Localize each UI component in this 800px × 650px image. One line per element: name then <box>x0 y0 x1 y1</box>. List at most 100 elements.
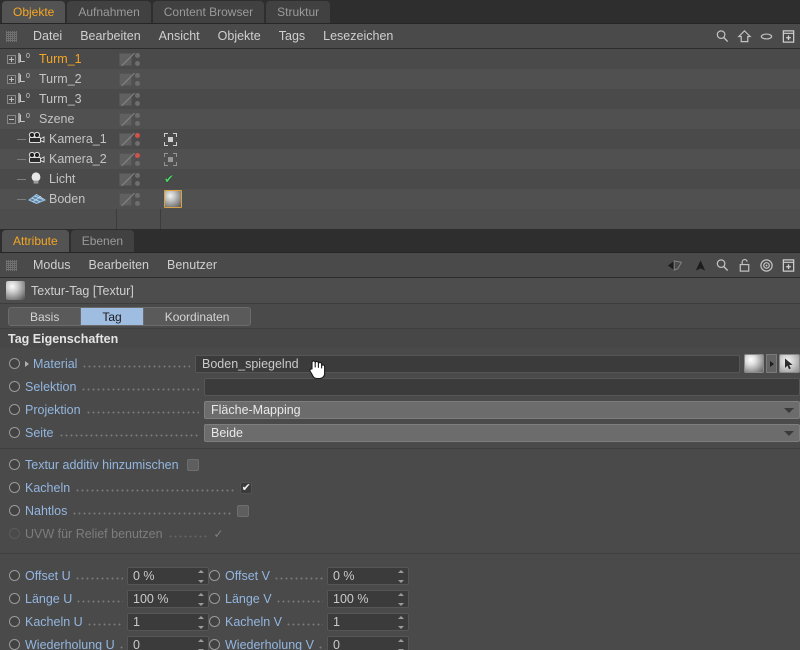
tree-expander[interactable] <box>7 74 16 84</box>
menu-bearbeiten[interactable]: Bearbeiten <box>71 24 149 49</box>
segment-basis[interactable]: Basis <box>8 306 81 326</box>
stepper-arrows-icon[interactable] <box>197 638 204 650</box>
segment-koordinaten[interactable]: Koordinaten <box>142 306 252 326</box>
input-kacheln-u[interactable]: 1 <box>127 612 209 631</box>
object-row-kamera_1[interactable]: Kamera_1 <box>0 129 800 149</box>
tab-struktur[interactable]: Struktur <box>266 1 331 23</box>
layout-icon[interactable] <box>781 258 796 273</box>
wiederholung-u-animation-dot[interactable] <box>9 639 20 650</box>
tree-expander[interactable] <box>7 114 16 124</box>
menu-lesezeichen[interactable]: Lesezeichen <box>314 24 402 49</box>
stepper-arrows-icon[interactable] <box>397 592 404 606</box>
menu-datei[interactable]: Datei <box>24 24 71 49</box>
object-label[interactable]: Szene <box>39 112 74 126</box>
selektion-input[interactable] <box>204 377 800 396</box>
checkbox-kacheln[interactable]: ✔ <box>240 481 253 494</box>
laenge-v-animation-dot[interactable] <box>209 593 220 604</box>
editor-visibility-dot[interactable] <box>135 112 140 118</box>
render-visibility-dot[interactable] <box>135 100 140 106</box>
input-laenge-v[interactable]: 100 % <box>327 589 409 608</box>
visibility-toggle[interactable] <box>119 112 132 126</box>
target-tag-icon[interactable] <box>164 152 177 166</box>
tree-expander[interactable] <box>7 54 16 64</box>
input-offset-v[interactable]: 0 % <box>327 566 409 585</box>
render-visibility-dot[interactable] <box>135 80 140 86</box>
render-visibility-dot[interactable] <box>135 200 140 206</box>
object-row-szene[interactable]: L 0 Szene <box>0 109 800 129</box>
visibility-toggle[interactable] <box>119 52 132 66</box>
stepper-arrows-icon[interactable] <box>397 615 404 629</box>
visibility-toggle[interactable] <box>119 152 132 166</box>
editor-visibility-dot[interactable] <box>135 132 140 138</box>
visibility-toggle[interactable] <box>119 92 132 106</box>
tab-ebenen[interactable]: Ebenen <box>70 230 135 252</box>
up-arrow-icon[interactable] <box>693 258 708 273</box>
tree-expander[interactable] <box>7 94 16 104</box>
visibility-dots[interactable] <box>135 52 140 66</box>
object-row-turm_1[interactable]: L 0 Turm_1 <box>0 49 800 69</box>
editor-visibility-dot[interactable] <box>135 172 140 178</box>
render-visibility-dot[interactable] <box>135 140 140 146</box>
object-row-turm_2[interactable]: L 0 Turm_2 <box>0 69 800 89</box>
search-icon[interactable] <box>715 29 730 44</box>
editor-visibility-dot[interactable] <box>135 192 140 198</box>
chevron-right-icon[interactable] <box>25 360 29 367</box>
object-label[interactable]: Turm_2 <box>39 72 82 86</box>
lock-icon[interactable] <box>737 258 752 273</box>
input-kacheln-v[interactable]: 1 <box>327 612 409 631</box>
editor-visibility-dot[interactable] <box>135 92 140 98</box>
visibility-toggle[interactable] <box>119 192 132 206</box>
link-icon[interactable] <box>759 29 774 44</box>
object-label[interactable]: Kamera_2 <box>49 152 107 166</box>
object-tree[interactable]: L 0 Turm_1 L 0 Turm_2 L 0 Turm_3 L 0 Szene Kamera_1 K… <box>0 49 800 229</box>
object-label[interactable]: Kamera_1 <box>49 132 107 146</box>
object-label[interactable]: Boden <box>49 192 85 206</box>
stepper-arrows-icon[interactable] <box>197 592 204 606</box>
menu-tags[interactable]: Tags <box>270 24 314 49</box>
checkbox-textur-additiv[interactable] <box>186 458 199 471</box>
menu-benutzer[interactable]: Benutzer <box>158 253 226 278</box>
object-label[interactable]: Turm_1 <box>39 52 82 66</box>
menu-objekte[interactable]: Objekte <box>209 24 270 49</box>
stepper-arrows-icon[interactable] <box>397 569 404 583</box>
target-tag-icon[interactable] <box>164 132 177 146</box>
object-row-kamera_2[interactable]: Kamera_2 <box>0 149 800 169</box>
selektion-animation-dot[interactable] <box>9 381 20 392</box>
visibility-dots[interactable] <box>135 172 140 186</box>
object-label[interactable]: Turm_3 <box>39 92 82 106</box>
visibility-dots[interactable] <box>135 92 140 106</box>
render-visibility-dot[interactable] <box>135 120 140 126</box>
input-offset-u[interactable]: 0 % <box>127 566 209 585</box>
search-icon[interactable] <box>715 258 730 273</box>
textur-additiv-animation-dot[interactable] <box>9 459 20 470</box>
drag-grip-icon[interactable] <box>6 30 17 42</box>
stepper-arrows-icon[interactable] <box>197 569 204 583</box>
menu-ansicht[interactable]: Ansicht <box>150 24 209 49</box>
layout-icon[interactable] <box>781 29 796 44</box>
back-arrow-icon[interactable] <box>666 258 686 273</box>
tab-aufnahmen[interactable]: Aufnahmen <box>67 1 151 23</box>
input-laenge-u[interactable]: 100 % <box>127 589 209 608</box>
visibility-toggle[interactable] <box>119 72 132 86</box>
tab-objekte[interactable]: Objekte <box>2 1 66 23</box>
projektion-dropdown[interactable]: Fläche-Mapping <box>204 400 800 419</box>
pick-cursor-icon[interactable] <box>779 354 800 373</box>
material-input[interactable]: Boden_spiegelnd <box>195 354 740 373</box>
drag-grip-icon[interactable] <box>6 259 17 271</box>
input-wiederholung-v[interactable]: 0 <box>327 635 409 650</box>
kacheln-animation-dot[interactable] <box>9 482 20 493</box>
checkbox-nahtlos[interactable] <box>237 504 250 517</box>
editor-visibility-dot[interactable] <box>135 52 140 58</box>
input-wiederholung-u[interactable]: 0 <box>127 635 209 650</box>
offset-u-animation-dot[interactable] <box>9 570 20 581</box>
projektion-animation-dot[interactable] <box>9 404 20 415</box>
visibility-toggle[interactable] <box>119 172 132 186</box>
visibility-toggle[interactable] <box>119 132 132 146</box>
wiederholung-v-animation-dot[interactable] <box>209 639 220 650</box>
offset-v-animation-dot[interactable] <box>209 570 220 581</box>
render-visibility-dot[interactable] <box>135 60 140 66</box>
nahtlos-animation-dot[interactable] <box>9 505 20 516</box>
texture-tag-icon[interactable] <box>164 190 182 208</box>
tab-attribute[interactable]: Attribute <box>2 230 69 252</box>
material-preview-icon[interactable] <box>744 354 764 373</box>
